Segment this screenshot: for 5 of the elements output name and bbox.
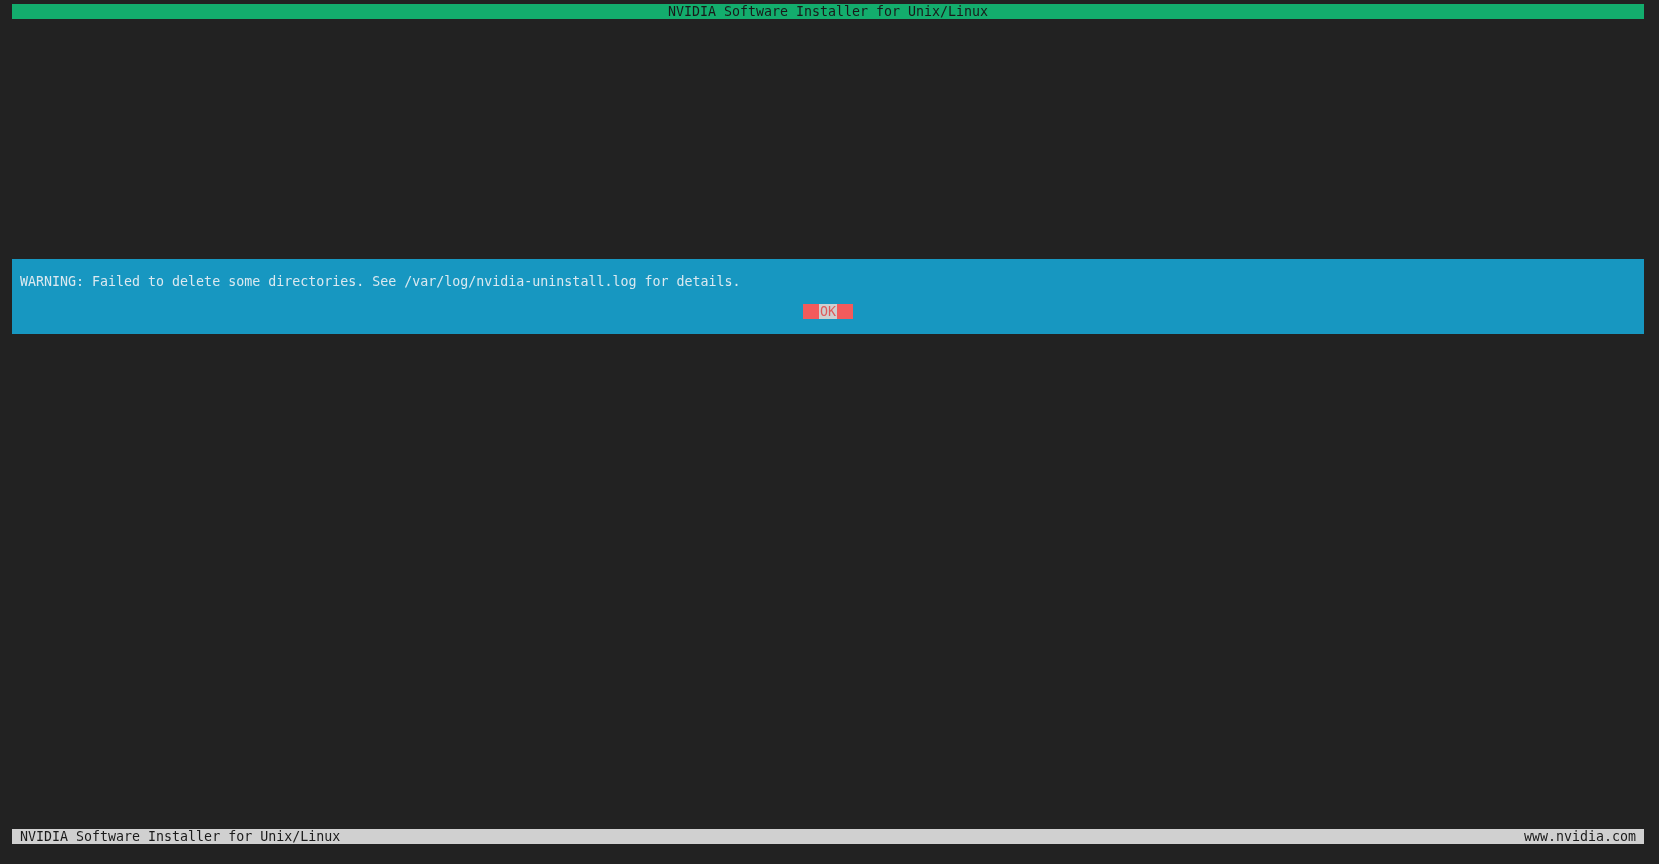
- ok-button[interactable]: OK: [803, 304, 853, 319]
- installer-title: NVIDIA Software Installer for Unix/Linux: [667, 4, 989, 19]
- status-text: NVIDIA Software Installer for Unix/Linux: [20, 829, 341, 844]
- website-url: www.nvidia.com: [1523, 829, 1636, 844]
- warning-message: WARNING: Failed to delete some directories. See /var/log/nvidia-uninstall.log for details.: [20, 274, 741, 289]
